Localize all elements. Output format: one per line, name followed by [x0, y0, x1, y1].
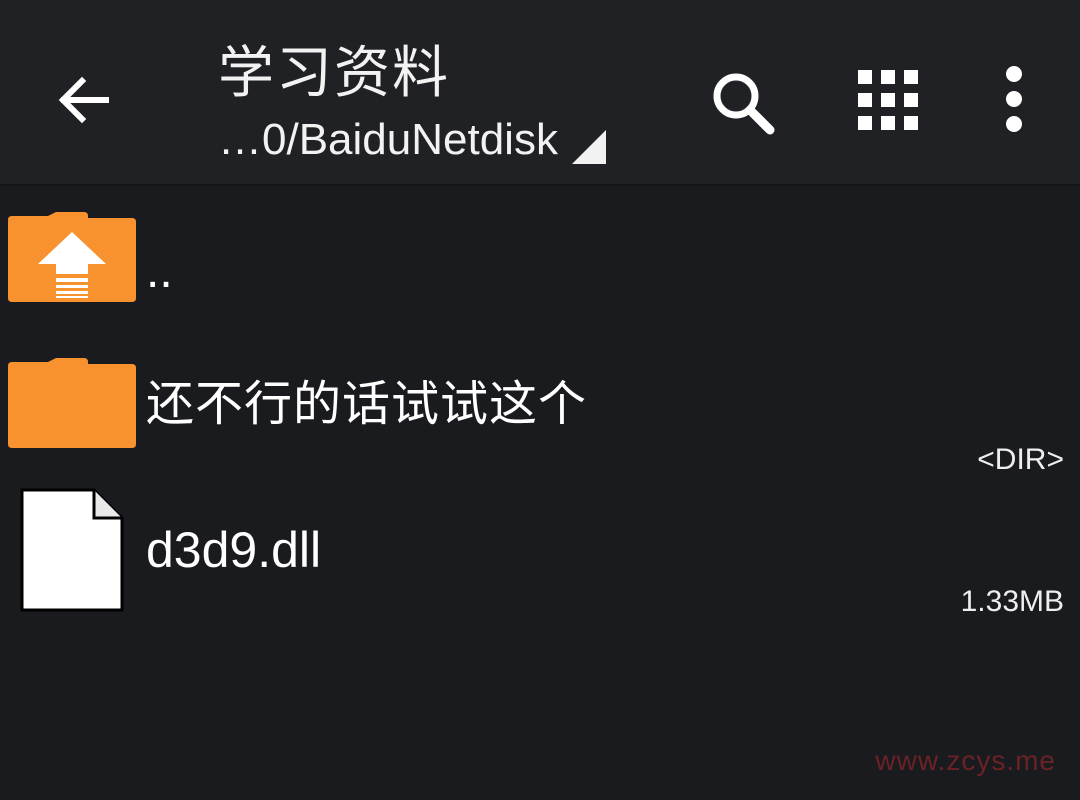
file-size-label: 1.33MB: [960, 585, 1064, 618]
list-item-folder[interactable]: 还不行的话试试这个 <DIR>: [0, 332, 1080, 478]
grid-view-icon: [858, 70, 918, 130]
view-mode-button[interactable]: [856, 68, 920, 132]
search-button[interactable]: [706, 66, 782, 142]
page-title: 学习资料: [218, 41, 450, 106]
file-icon: [20, 488, 124, 612]
more-vert-icon: [1006, 66, 1022, 132]
list-item-file[interactable]: d3d9.dll 1.33MB: [0, 482, 1080, 624]
folder-up-icon: [8, 212, 136, 302]
file-name: 还不行的话试试这个: [146, 376, 588, 432]
arrow-left-icon: [58, 76, 109, 124]
app-toolbar: 学习资料 …0/BaiduNetdisk: [0, 0, 1080, 186]
file-type-label: <DIR>: [977, 443, 1064, 476]
current-path: …0/BaiduNetdisk: [218, 115, 558, 164]
search-icon: [713, 73, 775, 135]
dropdown-triangle-icon: [571, 130, 606, 164]
list-item-parent-directory[interactable]: ..: [0, 186, 1080, 332]
path-selector[interactable]: …0/BaiduNetdisk: [218, 114, 606, 166]
file-name: ..: [146, 245, 173, 298]
watermark-text: www.zcys.me: [875, 745, 1056, 776]
folder-icon: [8, 358, 136, 448]
back-button[interactable]: [44, 60, 124, 140]
file-list: .. 还不行的话试试这个 <DIR> d3d9.dll 1.33MB: [0, 186, 1080, 624]
file-name: d3d9.dll: [146, 522, 322, 578]
more-options-button[interactable]: [990, 64, 1038, 136]
